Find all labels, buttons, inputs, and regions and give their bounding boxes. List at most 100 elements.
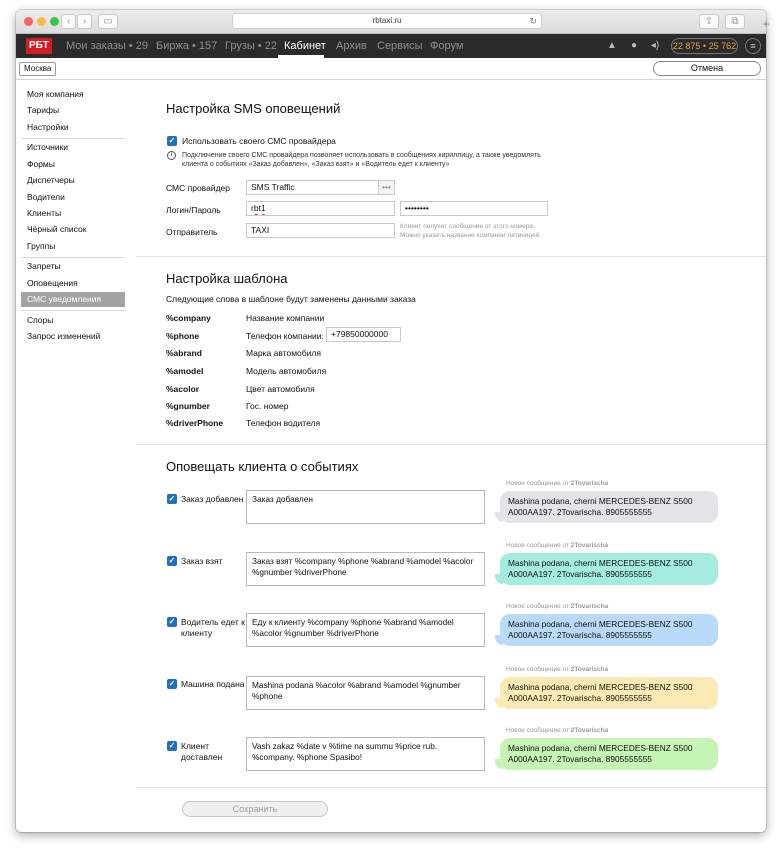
sidebar-divider [21, 310, 125, 311]
event-checkbox[interactable]: ✓ [167, 679, 177, 689]
var-desc: Цвет автомобиля [246, 384, 315, 394]
event-template-input[interactable]: Заказ взят %company %phone %abrand %amod… [246, 552, 485, 586]
login-label: Логин/Пароль [166, 205, 221, 215]
password-input[interactable]: •••••••• [400, 201, 548, 216]
address-bar[interactable]: rbtaxi.ru ↻ [232, 13, 542, 29]
sound-icon[interactable]: ◂) [648, 39, 662, 53]
top-nav: РБТ Мои заказы • 29 Биржа • 157 Грузы • … [16, 34, 766, 58]
nav-services[interactable]: Сервисы [377, 34, 423, 58]
var-key: %gnumber [166, 401, 210, 411]
sidebar-item-clients[interactable]: Клиенты [21, 206, 125, 221]
sender-label: Отправитель [166, 227, 218, 237]
more-icon[interactable]: ••• [378, 180, 395, 195]
event-label: Машина подана [181, 679, 245, 689]
sidebar-toggle-button[interactable]: ▭ [98, 14, 118, 29]
login-input[interactable]: rbt1 [246, 201, 395, 216]
event-label: Заказ взят [181, 556, 223, 566]
sidebar-item-drivers[interactable]: Водители [21, 190, 125, 205]
var-desc: Модель автомобиля [246, 366, 327, 376]
message-preview-bubble: Mashina podana, cherni MERCEDES-BENZ S50… [500, 553, 718, 585]
share-icon: ⇪ [704, 16, 714, 27]
event-template-input[interactable]: Еду к клиенту %company %phone %abrand %a… [246, 613, 485, 647]
menu-icon[interactable]: ≡ [745, 38, 761, 54]
sidebar-item-settings[interactable]: Настройки [21, 120, 125, 135]
sidebar-item-disputes[interactable]: Споры [21, 313, 125, 328]
event-checkbox[interactable]: ✓ [167, 494, 177, 504]
event-label: Водитель едет к клиенту [181, 617, 245, 638]
message-preview-bubble: Mashina podana, cherni MERCEDES-BENZ S50… [500, 491, 718, 523]
section-divider [136, 256, 766, 257]
forward-button[interactable]: › [77, 14, 92, 29]
nav-exchange[interactable]: Биржа • 157 [156, 34, 217, 58]
var-key: %acolor [166, 384, 200, 394]
event-template-input[interactable]: Mashina podana %acolor %abrand %amodel %… [246, 676, 485, 710]
zoom-window-button[interactable] [50, 17, 59, 26]
event-template-input[interactable]: Vash zakaz %date v %time na summu %price… [246, 737, 485, 771]
sidebar-item-change-requests[interactable]: Запрос изменений [21, 329, 125, 344]
nav-forum[interactable]: Форум [430, 34, 463, 58]
event-label: Клиент доставлен [181, 741, 223, 762]
sidebar-item-company[interactable]: Моя компания [21, 87, 125, 102]
event-checkbox[interactable]: ✓ [167, 617, 177, 627]
sidebar-item-blacklist[interactable]: Чёрный список [21, 222, 125, 237]
section-divider [136, 444, 766, 445]
provider-select[interactable]: SMS Traffic [246, 180, 379, 195]
nav-archive[interactable]: Архив [336, 34, 367, 58]
sms-settings-title: Настройка SMS оповещений [166, 101, 341, 116]
provider-label: СМС провайдер [166, 183, 230, 193]
info-icon: i [167, 151, 176, 160]
sender-hint-line1: Клиент получит сообщение от этого номера… [400, 223, 535, 230]
use-own-provider-checkbox[interactable]: ✓ [167, 136, 177, 146]
events-title: Оповещать клиента о событиях [166, 459, 359, 474]
preview-header: Новое сообщение от 2Tovarischa [506, 480, 609, 487]
tabs-button[interactable]: ⧉ [725, 14, 745, 29]
save-button[interactable]: Сохранить [182, 801, 328, 817]
nav-cargo[interactable]: Грузы • 22 [225, 34, 277, 58]
company-phone-input[interactable]: +79850000000 [326, 327, 401, 342]
event-checkbox[interactable]: ✓ [167, 556, 177, 566]
event-template-input[interactable]: Заказ добавлен [246, 490, 485, 524]
nav-my-orders[interactable]: Мои заказы • 29 [66, 34, 148, 58]
section-divider [136, 787, 766, 788]
minimize-window-button[interactable] [37, 17, 46, 26]
password-value: •••••••• [405, 203, 429, 213]
new-tab-icon[interactable]: + [758, 18, 774, 31]
sidebar-divider [21, 257, 125, 258]
var-desc: Телефон компании: [246, 331, 324, 341]
preview-header: Новое сообщение от 2Tovarischa [506, 727, 609, 734]
var-key: %company [166, 313, 211, 323]
sidebar-item-bans[interactable]: Запреты [21, 259, 125, 274]
city-selector[interactable]: Москва [19, 62, 57, 76]
logo[interactable]: РБТ [26, 38, 52, 54]
balance-badge[interactable]: 22 875 • 25 762 [671, 38, 738, 54]
sidebar-item-dispatchers[interactable]: Диспетчеры [21, 173, 125, 188]
share-button[interactable]: ⇪ [699, 14, 719, 29]
template-subtitle: Следующие слова в шаблоне будут заменены… [166, 294, 416, 304]
sidebar-item-tariffs[interactable]: Тарифы [21, 103, 125, 118]
use-own-provider-label: Использовать своего СМС провайдера [182, 136, 336, 146]
sender-hint-line2: Можно указать название компании латинице… [400, 232, 542, 239]
notification-icon[interactable]: ▲ [605, 39, 619, 53]
provider-value: SMS Traffic [251, 182, 295, 192]
back-button[interactable]: ‹ [61, 14, 76, 29]
sidebar-item-groups[interactable]: Группы [21, 239, 125, 254]
balance-value: 22 875 • 25 762 [672, 41, 737, 51]
sender-input[interactable]: TAXI [246, 223, 395, 238]
preview-header: Новое сообщение от 2Tovarischa [506, 603, 609, 610]
main-content: Настройка SMS оповещений ✓ Использовать … [126, 81, 766, 831]
event-checkbox[interactable]: ✓ [167, 741, 177, 751]
close-window-button[interactable] [24, 17, 33, 26]
event-label: Заказ добавлен [181, 494, 244, 504]
sidebar-item-sources[interactable]: Источники [21, 140, 125, 155]
chat-icon[interactable]: ● [627, 39, 641, 53]
url-text: rbtaxi.ru [372, 16, 402, 25]
browser-window: ‹ › ▭ rbtaxi.ru ↻ ⇪ ⧉ РБТ Мои заказы • 29… [16, 10, 766, 832]
sidebar-divider [21, 138, 125, 139]
reload-icon[interactable]: ↻ [529, 14, 537, 28]
sidebar-item-notifications[interactable]: Оповещения [21, 276, 125, 291]
sidebar-item-forms[interactable]: Формы [21, 157, 125, 172]
cancel-button[interactable]: Отмена [653, 61, 761, 76]
var-key: %driverPhone [166, 418, 224, 428]
sender-value: TAXI [251, 225, 270, 235]
sidebar-item-sms[interactable]: СМС уведомления [21, 292, 125, 307]
